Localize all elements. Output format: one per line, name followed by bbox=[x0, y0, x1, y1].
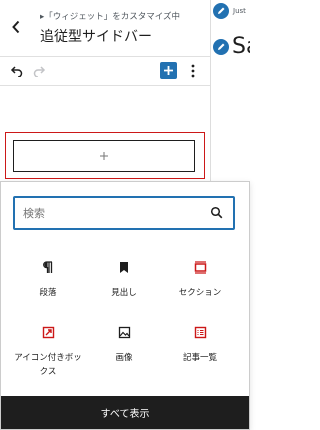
search-input[interactable] bbox=[23, 204, 193, 222]
block-item-heading[interactable]: 見出し bbox=[86, 258, 162, 300]
block-item-paragraph[interactable]: 段落 bbox=[10, 258, 86, 300]
preview-tagline-row: Just bbox=[213, 3, 246, 19]
block-item-image[interactable]: 画像 bbox=[86, 323, 162, 365]
redo-button[interactable] bbox=[30, 61, 50, 81]
page-title: 追従型サイドバー bbox=[40, 29, 152, 45]
back-button[interactable] bbox=[4, 12, 28, 42]
block-item-icon-box[interactable]: アイコン付きボックス bbox=[10, 323, 86, 379]
plus-icon bbox=[100, 152, 108, 160]
image-icon bbox=[118, 326, 130, 338]
section-icon bbox=[194, 260, 206, 274]
undo-icon bbox=[10, 66, 23, 77]
post-list-icon bbox=[194, 326, 206, 338]
block-item-label: セクション bbox=[178, 288, 222, 298]
panel-header: ▸「ウィジェット」をカスタマイズ中 追従型サイドバー bbox=[0, 0, 210, 57]
block-item-label: 画像 bbox=[115, 353, 133, 363]
preview-title-row: Sa bbox=[213, 36, 250, 58]
block-item-label: アイコン付きボックス bbox=[14, 353, 82, 377]
block-item-label: 見出し bbox=[111, 288, 137, 298]
breadcrumb: ▸「ウィジェット」をカスタマイズ中 bbox=[40, 12, 181, 22]
block-item-post-list[interactable]: 記事一覧 bbox=[162, 323, 238, 365]
block-item-label: 記事一覧 bbox=[182, 353, 217, 363]
plus-icon bbox=[164, 66, 173, 75]
edit-shortcut-button[interactable] bbox=[213, 39, 229, 55]
paragraph-icon bbox=[43, 260, 53, 273]
block-item-section[interactable]: セクション bbox=[162, 258, 238, 300]
options-button[interactable] bbox=[183, 61, 203, 81]
search-icon bbox=[210, 206, 223, 219]
block-inserter-popover: 段落 見出し セクション アイコン付きボックス 画像 記事一覧 すべて表示 bbox=[0, 181, 250, 430]
more-vertical-icon bbox=[191, 64, 195, 78]
undo-button[interactable] bbox=[6, 61, 26, 81]
icon-box-icon bbox=[42, 326, 54, 338]
redo-icon bbox=[33, 66, 46, 77]
heading-bookmark-icon bbox=[120, 261, 128, 273]
pencil-icon bbox=[218, 43, 225, 50]
show-all-button[interactable]: すべて表示 bbox=[1, 396, 249, 429]
add-block-button[interactable] bbox=[160, 62, 177, 79]
editor-toolbar bbox=[0, 57, 210, 86]
chevron-left-icon bbox=[12, 20, 20, 34]
edit-shortcut-button[interactable] bbox=[213, 3, 229, 19]
block-item-label: 段落 bbox=[39, 288, 57, 298]
search-box bbox=[13, 196, 235, 230]
pencil-icon bbox=[218, 7, 225, 14]
block-appender-button[interactable] bbox=[13, 140, 195, 172]
site-tagline: Just bbox=[233, 7, 246, 15]
site-title[interactable]: Sa bbox=[232, 36, 250, 58]
